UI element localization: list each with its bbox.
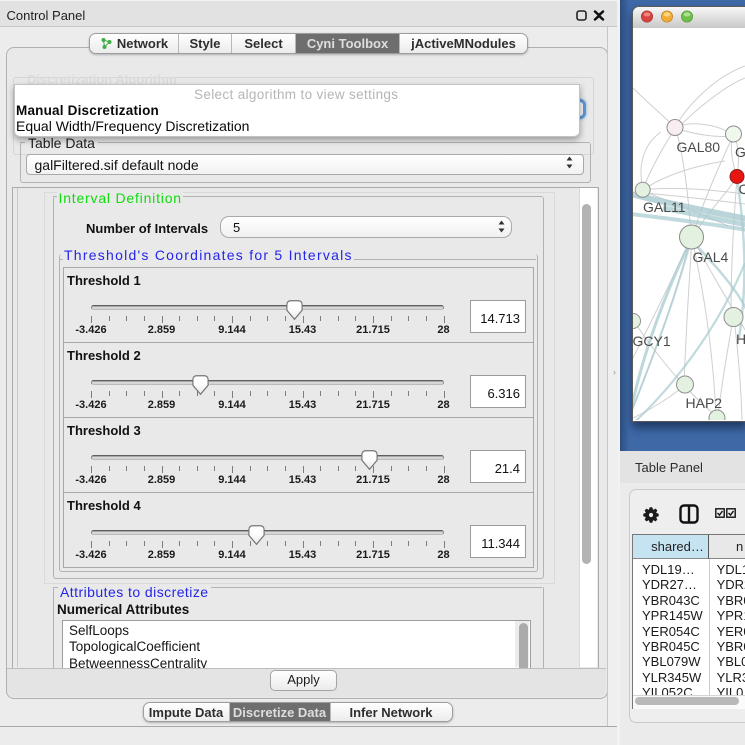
svg-text:GAL80: GAL80 [677,139,721,155]
svg-text:GAL4: GAL4 [693,249,729,265]
svg-text:HAP2: HAP2 [686,395,723,411]
svg-text:HI: HI [736,331,745,347]
svg-text:C: C [739,181,745,197]
svg-text:GAL11: GAL11 [643,199,686,215]
svg-text:GCY1: GCY1 [633,333,671,349]
svg-text:GA: GA [735,144,745,160]
